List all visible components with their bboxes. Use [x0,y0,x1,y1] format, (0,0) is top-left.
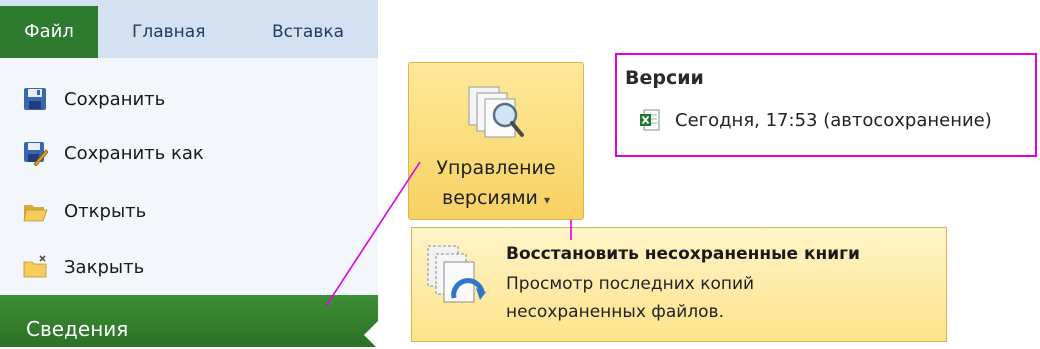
menu-item-save[interactable]: Сохранить [22,84,165,114]
menu-item-label: Сохранить [64,88,166,110]
recover-description-line2: несохраненных файлов. [506,302,724,322]
recover-unsaved-workbooks-item[interactable]: Восстановить несохраненные книги Просмот… [411,227,947,342]
menu-item-open[interactable]: Открыть [22,196,146,226]
manage-versions-icon [468,86,524,138]
close-folder-icon [23,255,47,278]
menu-item-close[interactable]: Закрыть [22,252,144,282]
save-as-icon [24,142,48,166]
excel-file-icon [640,109,660,131]
manage-versions-label-text: версиями [442,187,538,209]
recover-description-line1: Просмотр последних копий [506,274,755,294]
version-entry[interactable]: Сегодня, 17:53 (автосохранение) [639,109,992,131]
tab-file[interactable]: Файл [0,6,98,58]
manage-versions-label-line1: Управление [436,157,556,179]
menu-item-info-selected[interactable]: Сведения [0,295,378,349]
menu-item-save-as[interactable]: Сохранить как [22,138,204,168]
menu-item-label: Сведения [26,317,129,341]
recover-unsaved-icon [427,245,486,303]
tab-home[interactable]: Главная [132,6,205,58]
ribbon-tab-bar: Файл Главная Вставка [0,0,378,58]
save-icon [24,88,46,110]
open-folder-icon [23,205,48,222]
versions-section: Версии Сегодня, 17:53 (автосохранение) [615,53,1037,157]
selection-notch [364,321,378,349]
menu-item-label: Сохранить как [64,142,204,164]
tab-insert[interactable]: Вставка [272,6,344,58]
version-entry-label: Сегодня, 17:53 (автосохранение) [675,109,992,131]
menu-item-label: Закрыть [64,256,145,278]
manage-versions-label-line2: версиями ▾ [409,187,583,209]
menu-item-label: Открыть [64,200,147,222]
dropdown-arrow-icon: ▾ [543,193,550,207]
recover-title: Восстановить несохраненные книги [506,244,860,264]
versions-title: Версии [625,67,704,89]
manage-versions-button[interactable]: Управление версиями ▾ [408,62,584,220]
